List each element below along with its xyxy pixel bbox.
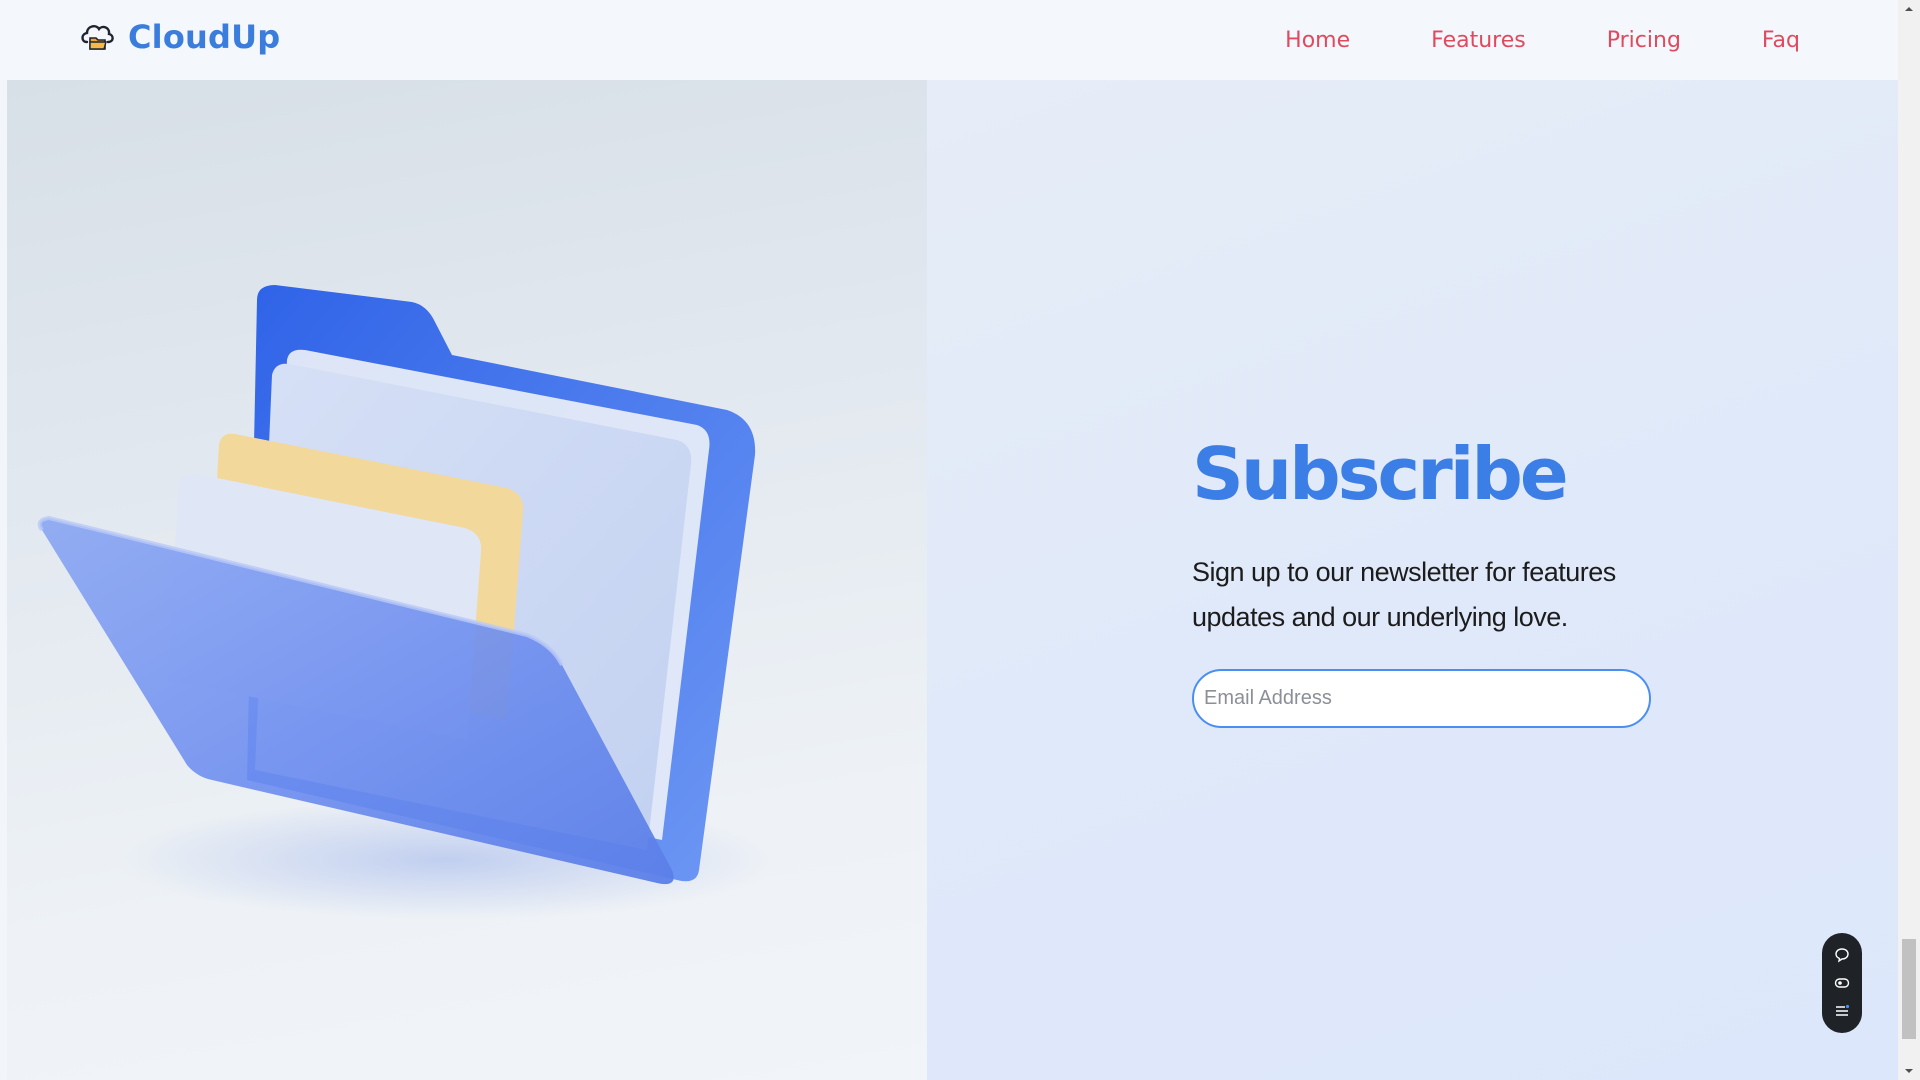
chat-bubble-icon[interactable] (1832, 945, 1852, 965)
scrollbar-thumb[interactable] (1902, 939, 1916, 1039)
site-header: CloudUp Home Features Pricing Faq (0, 0, 1898, 80)
list-icon[interactable] (1832, 1001, 1852, 1021)
subscribe-description: Sign up to our newsletter for features u… (1192, 557, 1616, 632)
folder-illustration (7, 80, 927, 1080)
nav-pricing[interactable]: Pricing (1607, 28, 1681, 53)
nav-features[interactable]: Features (1431, 28, 1526, 53)
nav-faq[interactable]: Faq (1762, 28, 1800, 53)
eye-icon[interactable] (1832, 973, 1852, 993)
brand-logo[interactable]: CloudUp (78, 18, 280, 56)
subscribe-title: Subscribe (1192, 432, 1569, 516)
email-input[interactable] (1192, 669, 1651, 728)
scroll-up-arrow-icon[interactable] (1898, 0, 1920, 18)
brand-name: CloudUp (128, 18, 281, 56)
nav-home[interactable]: Home (1285, 28, 1350, 53)
cloud-folder-icon (78, 18, 116, 56)
page-scrollbar[interactable] (1898, 0, 1920, 1080)
floating-toolbar (1822, 933, 1862, 1033)
scroll-down-arrow-icon[interactable] (1898, 1062, 1920, 1080)
main-nav: Home Features Pricing Faq (1285, 0, 1800, 80)
subscribe-section: Subscribe Sign up to our newsletter for … (927, 80, 1898, 1080)
